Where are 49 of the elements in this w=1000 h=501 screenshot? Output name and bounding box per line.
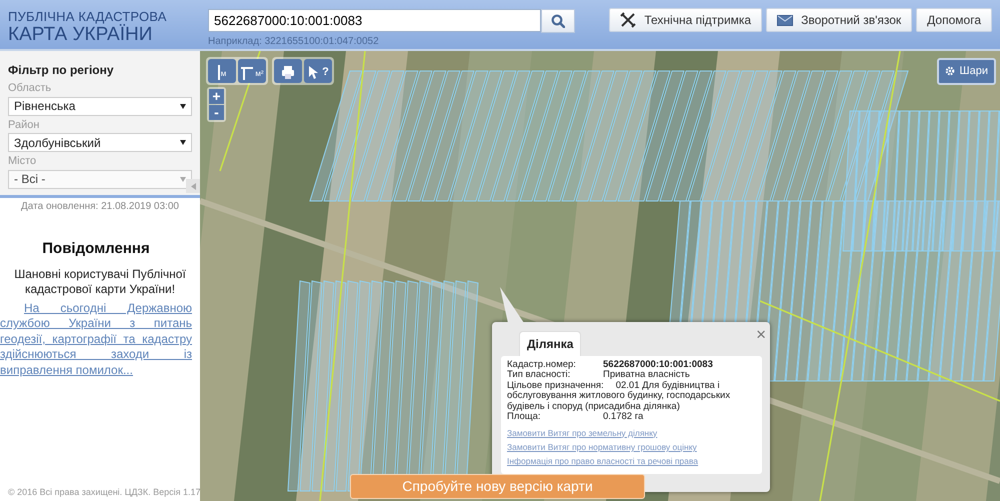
- field-value: 5622687000:10:001:0083: [603, 360, 713, 370]
- search-icon: [551, 14, 565, 28]
- site-title: КАРТА УКРАЇНИ: [8, 25, 154, 44]
- popup-link[interactable]: Інформація про право власності та речові права: [507, 457, 698, 467]
- ruler-icon: [218, 65, 220, 80]
- field-value: 0.1782 га: [603, 412, 644, 423]
- header-button[interactable]: Допомога: [916, 8, 992, 32]
- notice-title: Повідомлення: [41, 239, 151, 259]
- field-value: Приватна власність: [603, 370, 690, 381]
- filter-label: Район: [8, 118, 40, 132]
- caret-icon: [180, 140, 186, 145]
- close-button[interactable]: ×: [756, 326, 766, 343]
- filter-title: Фільтр по регіону: [8, 62, 115, 79]
- popup-link[interactable]: Замовити Витяг про нормативну грошову оцінку: [507, 442, 697, 452]
- notice-greeting: Шановні користувачі Публічної кадастрової карти України!: [13, 266, 187, 298]
- header-button[interactable]: Технічна підтримка: [609, 8, 762, 32]
- field-row-text: Цільове призначення: 02.01 Для будівництва і обслуговування житлового будинку, господарських будівель і споруд (присадибна ділянка): [507, 380, 732, 412]
- field-label: Площа:: [507, 412, 542, 423]
- zoom-button[interactable]: -: [209, 105, 224, 120]
- caret-icon: [180, 104, 186, 108]
- search-example: Наприклад: 3221655100:01:047:0052: [208, 35, 380, 49]
- notice-link[interactable]: На сьогодні Державною службою України з питань геодезії, картографії та кадастру здійснюються заходи із виправлення помилок...: [0, 300, 192, 379]
- caret-icon: [180, 176, 186, 182]
- header-button[interactable]: Зворотний зв'язок: [766, 8, 912, 32]
- printer-icon: [281, 65, 295, 80]
- envelope-icon: [777, 14, 794, 26]
- filter-label: Область: [8, 81, 52, 96]
- select-dropdown[interactable]: Здолбунівський: [8, 133, 192, 152]
- site-title: ПУБЛІЧНА КАДАСТРОВА: [8, 10, 168, 23]
- popup-tab[interactable]: Ділянка: [519, 331, 582, 356]
- map-tool-button[interactable]: м²: [238, 59, 266, 83]
- map-tool-button[interactable]: ?: [304, 59, 332, 83]
- search-field[interactable]: 5622687000:10:001:0083: [208, 9, 541, 32]
- zoom-button[interactable]: +: [209, 89, 224, 104]
- arrow-left-icon: [190, 182, 196, 190]
- filter-label: Місто: [8, 154, 38, 169]
- field-label: Тип власності:: [507, 370, 572, 381]
- gear-icon: [944, 66, 955, 76]
- map-tool-button[interactable]: м: [208, 59, 236, 83]
- copyright-text: © 2016 Всі права захищені. ЦДЗК. Версія 1.17: [7, 486, 200, 499]
- update-date: Дата оновлення: 21.08.2019 03:00: [20, 200, 180, 214]
- select-dropdown[interactable]: Рівненська: [8, 96, 192, 116]
- search-button[interactable]: [541, 9, 575, 33]
- field-label: Кадастр.номер:: [507, 360, 577, 370]
- popup-link[interactable]: Замовити Витяг про земельну ділянку: [507, 428, 658, 438]
- ruler-icon: [240, 65, 254, 80]
- map-tool-button[interactable]: [274, 59, 302, 83]
- tools-icon: [620, 12, 636, 28]
- layers-button[interactable]: Шари: [936, 58, 996, 84]
